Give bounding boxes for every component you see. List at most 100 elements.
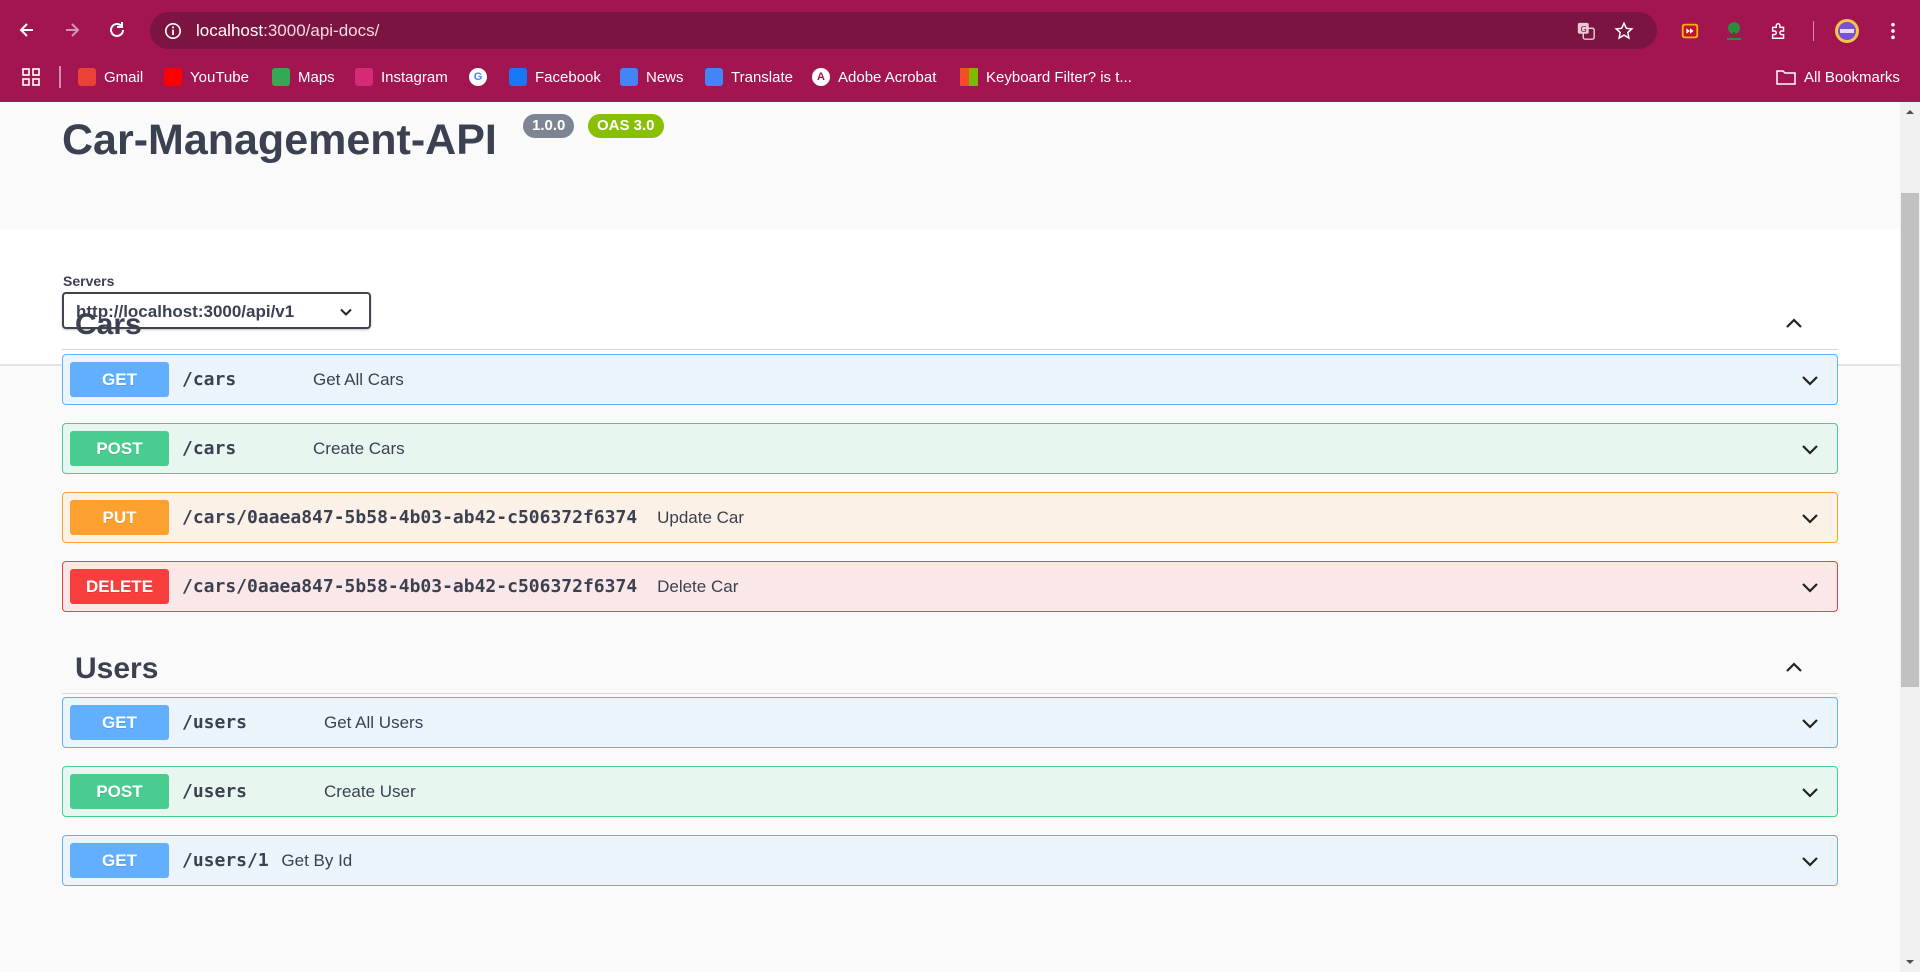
bookmark-star-icon[interactable] bbox=[1613, 20, 1635, 42]
extensions-puzzle-icon[interactable] bbox=[1766, 18, 1792, 44]
chevron-up-icon[interactable] bbox=[1782, 312, 1806, 336]
arrow-left-icon bbox=[19, 23, 33, 37]
reload-button[interactable] bbox=[99, 12, 135, 48]
bookmark-facebook[interactable]: Facebook bbox=[509, 66, 601, 88]
bookmark-label: Keyboard Filter? is t... bbox=[986, 68, 1132, 86]
bookmark-label: Gmail bbox=[104, 68, 144, 86]
tag-section-users[interactable]: Users bbox=[62, 636, 1838, 694]
tag-title: Cars bbox=[75, 308, 142, 341]
method-badge: GET bbox=[70, 705, 169, 740]
address-bar[interactable]: localhost:3000/api-docs/ G bbox=[150, 12, 1657, 49]
method-badge: POST bbox=[70, 431, 169, 466]
bookmark-label: News bbox=[646, 68, 684, 86]
google-icon: G bbox=[469, 68, 487, 86]
folder-icon bbox=[1776, 70, 1796, 85]
operation-summary: Get All Users bbox=[324, 713, 424, 732]
chevron-down-icon[interactable] bbox=[1798, 575, 1822, 599]
bookmark-instagram[interactable]: Instagram bbox=[355, 66, 448, 88]
browser-menu-icon[interactable] bbox=[1880, 18, 1906, 44]
chevron-down-icon[interactable] bbox=[1798, 711, 1822, 735]
microsoft-icon bbox=[960, 68, 978, 86]
chevron-down-icon[interactable] bbox=[1798, 849, 1822, 873]
facebook-icon bbox=[509, 68, 527, 86]
chevron-down-icon[interactable] bbox=[1798, 437, 1822, 461]
operation-post-cars[interactable]: POST/cars Create Cars bbox=[62, 423, 1838, 474]
chevron-down-icon[interactable] bbox=[1798, 506, 1822, 530]
api-title: Car-Management-API bbox=[62, 116, 497, 164]
arrow-right-icon bbox=[66, 23, 80, 37]
bookmark-gmail[interactable]: Gmail bbox=[78, 66, 143, 88]
acrobat-icon: A bbox=[812, 68, 830, 86]
bookmark-label: Instagram bbox=[381, 68, 448, 86]
operation-path: /users bbox=[182, 712, 248, 733]
version-badge: 1.0.0 bbox=[523, 114, 575, 138]
bookmarks-divider bbox=[59, 66, 61, 88]
apps-grid-icon[interactable] bbox=[22, 66, 40, 88]
scroll-up-icon[interactable] bbox=[1904, 106, 1916, 118]
bookmark-youtube[interactable]: YouTube bbox=[164, 66, 249, 88]
operation-path: /cars/0aaea847-5b58-4b03-ab42-c506372f63… bbox=[182, 507, 638, 528]
bookmark-label: Adobe Acrobat bbox=[838, 68, 937, 86]
all-bookmarks-button[interactable]: All Bookmarks bbox=[1776, 66, 1900, 88]
extension-media-icon[interactable] bbox=[1677, 18, 1703, 44]
tag-section-cars[interactable]: Cars bbox=[62, 292, 1838, 350]
forward-button[interactable] bbox=[54, 12, 90, 48]
bookmark-maps[interactable]: Maps bbox=[272, 66, 335, 88]
translate-page-icon[interactable]: G bbox=[1575, 20, 1597, 42]
bookmark-google[interactable]: G bbox=[469, 66, 487, 88]
svg-text:G: G bbox=[1581, 24, 1587, 34]
news-icon bbox=[620, 68, 638, 86]
url-path: :3000/api-docs/ bbox=[263, 21, 380, 40]
tag-title: Users bbox=[75, 652, 159, 685]
chevron-up-icon[interactable] bbox=[1782, 656, 1806, 680]
youtube-icon bbox=[164, 68, 182, 86]
bookmark-label: Maps bbox=[298, 68, 335, 86]
operation-path: /cars bbox=[182, 438, 237, 459]
oas-badge: OAS 3.0 bbox=[588, 114, 664, 138]
operation-get-users-1[interactable]: GET/users/1 Get By Id bbox=[62, 835, 1838, 886]
operation-get-cars[interactable]: GET/cars Get All Cars bbox=[62, 354, 1838, 405]
bookmark-label: Facebook bbox=[535, 68, 601, 86]
url-host: localhost bbox=[196, 21, 264, 40]
operation-summary: Create Cars bbox=[313, 439, 405, 458]
operation-post-users[interactable]: POST/users Create User bbox=[62, 766, 1838, 817]
operation-delete-cars-0aaea847-5b58-4b03-ab42-c506372f6374[interactable]: DELETE/cars/0aaea847-5b58-4b03-ab42-c506… bbox=[62, 561, 1838, 612]
bookmark-news[interactable]: News bbox=[620, 66, 684, 88]
bookmark-adobe-acrobat[interactable]: A Adobe Acrobat bbox=[812, 66, 936, 88]
chevron-down-icon[interactable] bbox=[1798, 368, 1822, 392]
operation-path: /users/1 bbox=[182, 850, 269, 871]
browser-chrome: localhost:3000/api-docs/ G Gmail YouTube… bbox=[0, 0, 1920, 102]
translate-icon bbox=[705, 68, 723, 86]
operation-summary: Create User bbox=[324, 782, 416, 801]
extension-tree-icon[interactable] bbox=[1721, 18, 1747, 44]
operation-summary: Get All Cars bbox=[313, 370, 404, 389]
chevron-down-icon[interactable] bbox=[1798, 780, 1822, 804]
gmail-icon bbox=[78, 68, 96, 86]
browser-toolbar: localhost:3000/api-docs/ G bbox=[0, 0, 1920, 60]
method-badge: PUT bbox=[70, 500, 169, 535]
bookmark-keyboard-filter-is-t[interactable]: Keyboard Filter? is t... bbox=[960, 66, 1132, 88]
method-badge: DELETE bbox=[70, 569, 169, 604]
bookmark-label: Translate bbox=[731, 68, 793, 86]
profile-avatar[interactable] bbox=[1834, 18, 1860, 44]
api-info: Car-Management-API 1.0.0 OAS 3.0 bbox=[0, 102, 1900, 229]
maps-icon bbox=[272, 68, 290, 86]
operation-get-users[interactable]: GET/users Get All Users bbox=[62, 697, 1838, 748]
url-text[interactable]: localhost:3000/api-docs/ bbox=[196, 21, 379, 41]
scroll-down-icon[interactable] bbox=[1904, 956, 1916, 968]
instagram-icon bbox=[355, 68, 373, 86]
operation-summary: Update Car bbox=[657, 508, 745, 527]
operation-path: /cars bbox=[182, 369, 237, 390]
bookmark-translate[interactable]: Translate bbox=[705, 66, 793, 88]
scrollbar-thumb[interactable] bbox=[1901, 193, 1919, 687]
back-button[interactable] bbox=[9, 12, 45, 48]
reload-icon bbox=[110, 22, 124, 37]
operation-put-cars-0aaea847-5b58-4b03-ab42-c506372f6374[interactable]: PUT/cars/0aaea847-5b58-4b03-ab42-c506372… bbox=[62, 492, 1838, 543]
operation-summary: Get By Id bbox=[281, 851, 353, 870]
operation-path: /cars/0aaea847-5b58-4b03-ab42-c506372f63… bbox=[182, 576, 638, 597]
method-badge: GET bbox=[70, 843, 169, 878]
method-badge: POST bbox=[70, 774, 169, 809]
site-info-icon[interactable] bbox=[162, 20, 183, 41]
operation-path: /users bbox=[182, 781, 248, 802]
bookmark-label: YouTube bbox=[190, 68, 249, 86]
